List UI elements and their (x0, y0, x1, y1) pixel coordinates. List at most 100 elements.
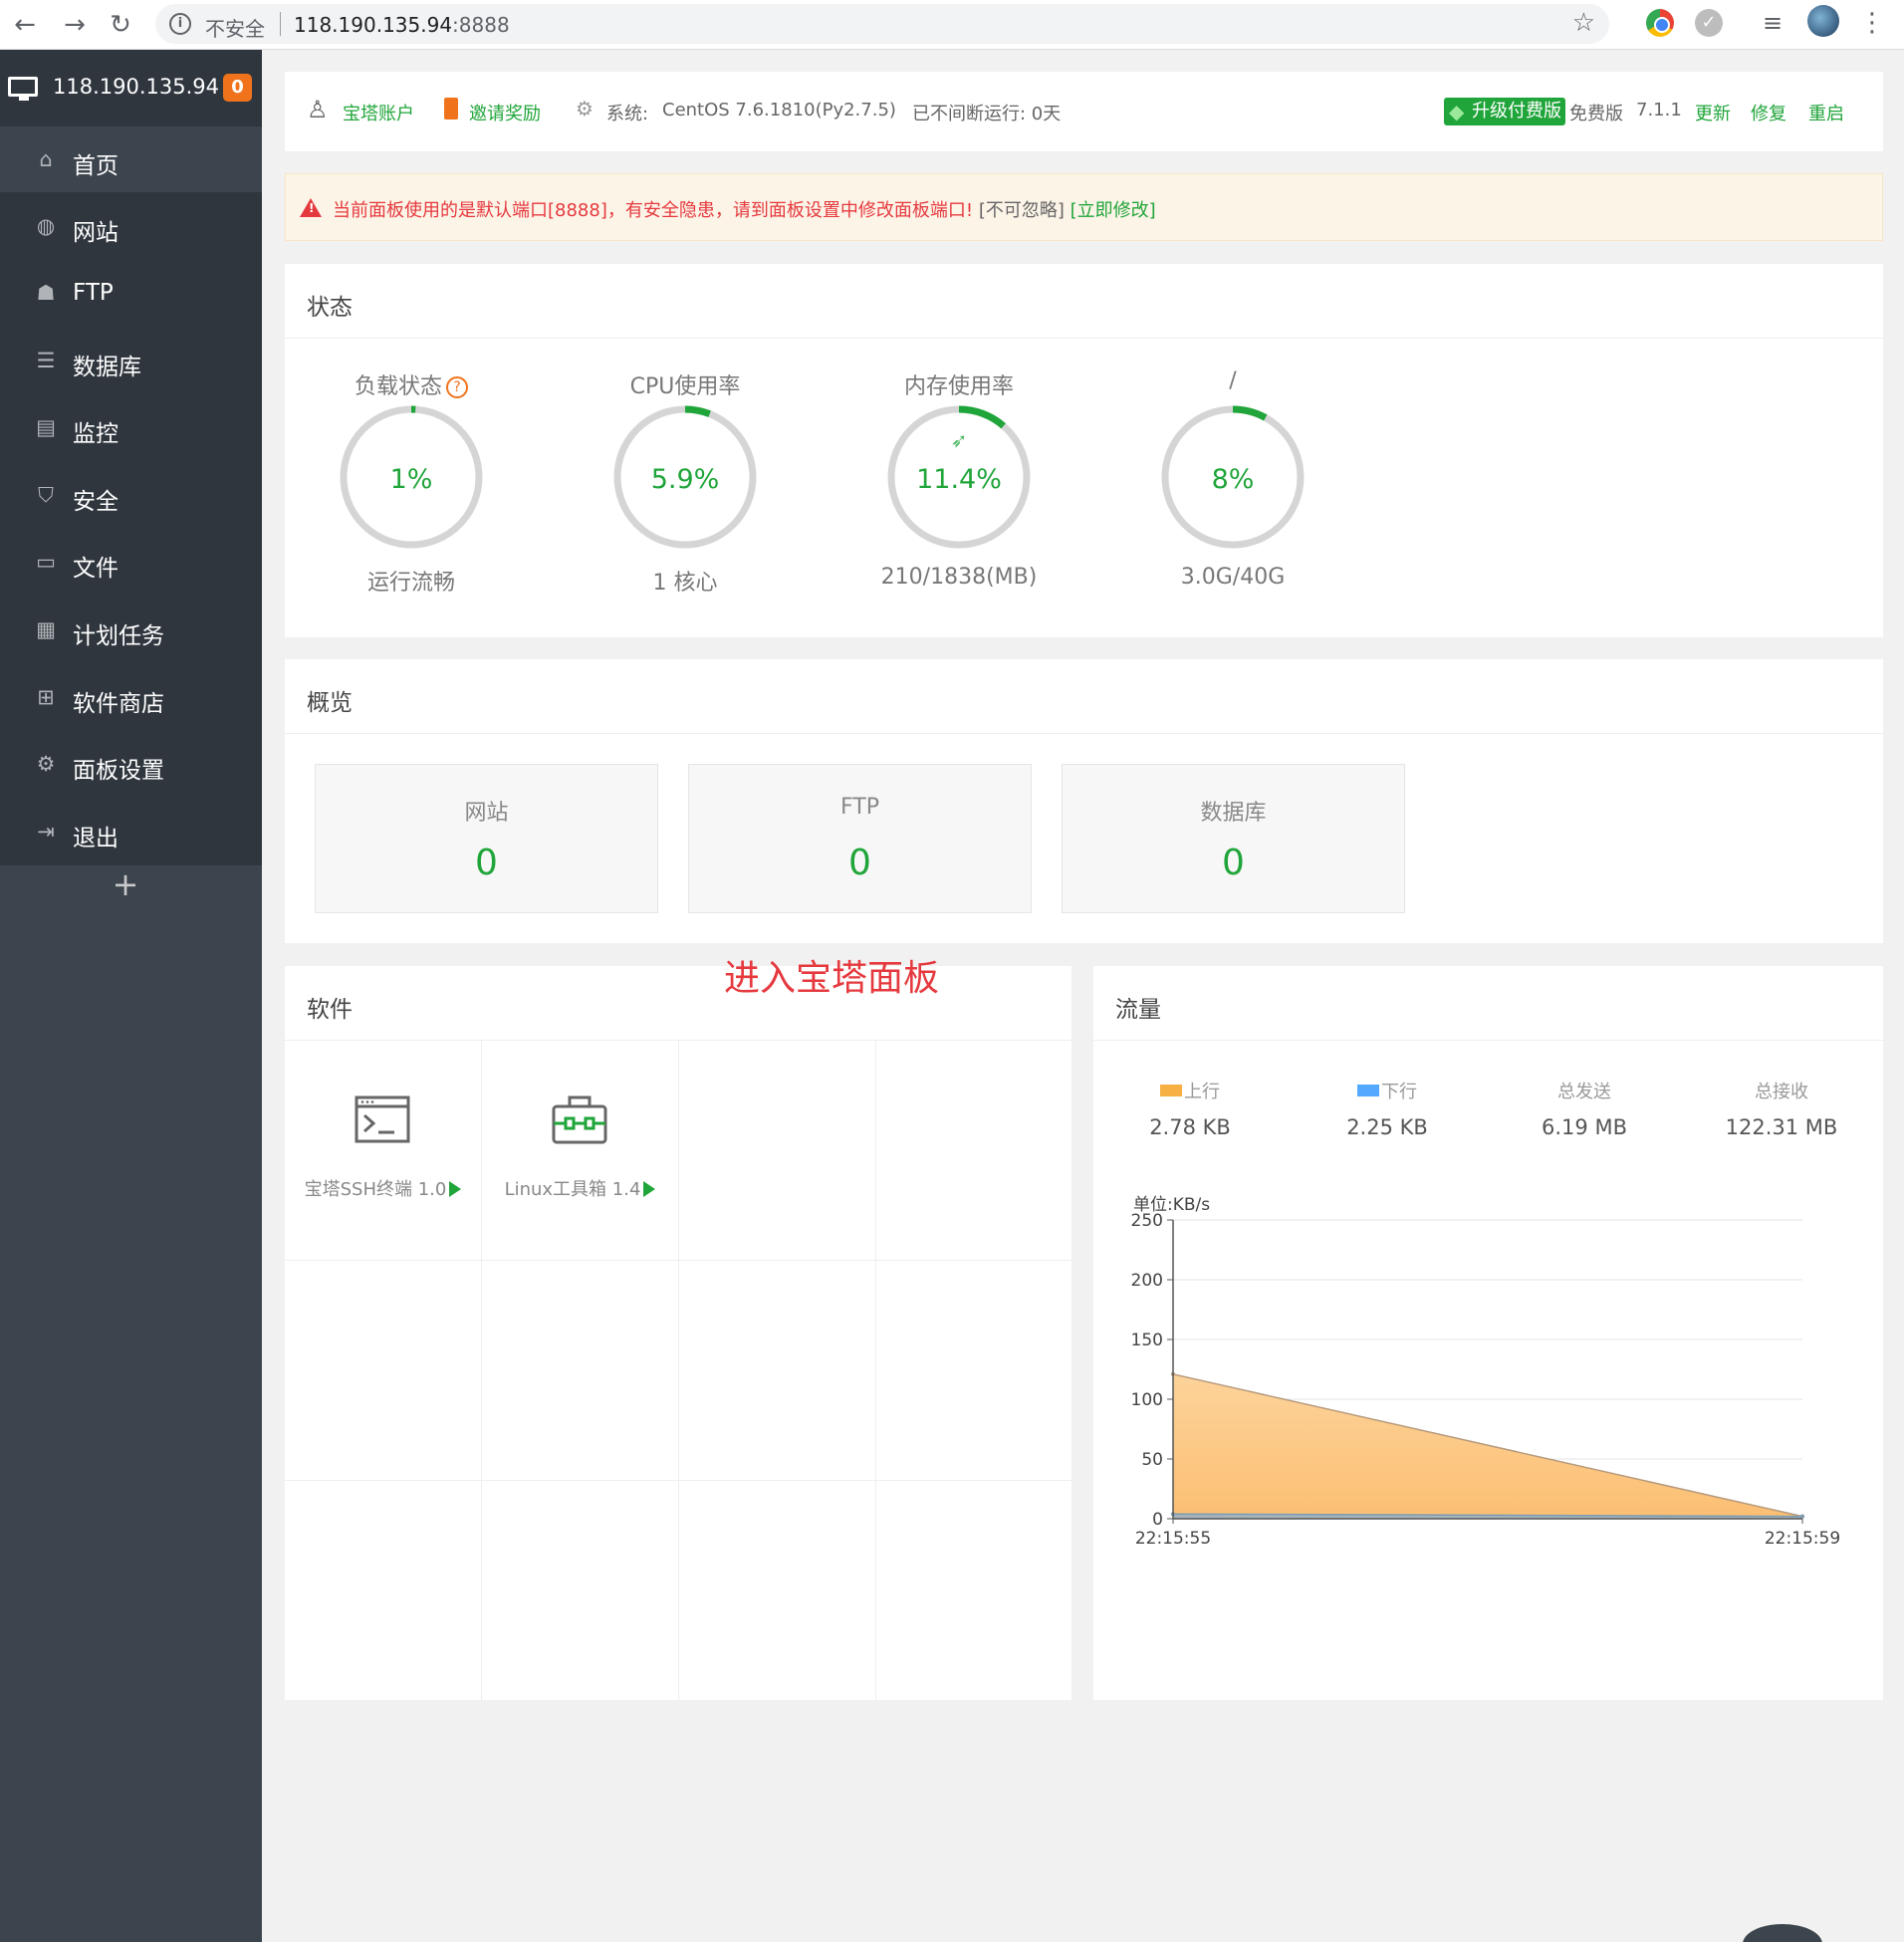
play-icon[interactable] (643, 1181, 656, 1197)
info-icon[interactable]: i (169, 13, 191, 35)
security-alert: 当前面板使用的是默认端口[8888]，有安全隐患，请到面板设置中修改面板端口! … (285, 173, 1883, 241)
software-slot-empty[interactable] (876, 1481, 1073, 1701)
stat-value: 2.25 KB (1346, 1115, 1428, 1139)
alert-fix-link[interactable]: [立即修改] (1071, 200, 1156, 221)
sidebar-item-database[interactable]: ☰ 数据库 (0, 328, 262, 393)
software-slot-empty[interactable] (285, 1481, 482, 1701)
sidebar-item-website[interactable]: ◍ 网站 (0, 193, 262, 259)
software-slot-empty[interactable] (482, 1261, 679, 1481)
software-slot-empty[interactable] (679, 1481, 876, 1701)
disk-gauge[interactable]: / 8% 3.0G/40G (1133, 368, 1332, 607)
rocket-icon[interactable]: ➶ (947, 428, 971, 452)
sidebar-item-logout[interactable]: ⇥ 退出 (0, 799, 262, 864)
card-label: 数据库 (1200, 801, 1267, 826)
stat-label: 总接收 (1755, 1082, 1808, 1102)
play-icon[interactable] (449, 1181, 462, 1197)
update-link[interactable]: 更新 (1695, 100, 1731, 125)
ftp-icon: ☗ (36, 281, 56, 305)
divider (285, 733, 1883, 734)
add-menu-button[interactable]: + (106, 864, 145, 904)
card-value: 0 (848, 843, 871, 883)
overview-card-website[interactable]: 网站 0 (315, 764, 658, 913)
sidebar-item-label: 退出 (73, 826, 119, 851)
software-item-ssh[interactable]: 宝塔SSH终端 1.0 (285, 1041, 482, 1261)
upgrade-button[interactable]: 升级付费版 (1444, 98, 1565, 125)
memory-gauge[interactable]: 内存使用率 ➶ 11.4% 210/1838(MB) (859, 368, 1059, 607)
media-list-icon[interactable]: ≡ (1759, 9, 1786, 37)
software-slot-empty[interactable] (679, 1041, 876, 1261)
sidebar-item-ftp[interactable]: ☗ FTP (0, 260, 262, 326)
bookmark-star-icon[interactable]: ☆ (1572, 8, 1595, 38)
monitor-chart-icon: ▤ (36, 415, 56, 439)
software-item-label: Linux工具箱 1.4 (482, 1175, 678, 1201)
floating-widget[interactable] (1743, 1924, 1822, 1942)
overview-card-database[interactable]: 数据库 0 (1062, 764, 1405, 913)
gauge-title-text: 负载状态 (354, 374, 442, 399)
software-slot-empty[interactable] (876, 1261, 1073, 1481)
version-label: 7.1.1 (1636, 100, 1682, 121)
browser-menu-icon[interactable]: ⋮ (1858, 9, 1886, 37)
forward-icon[interactable]: → (58, 8, 92, 42)
software-item-name: 宝塔SSH终端 1.0 (304, 1179, 447, 1200)
load-gauge[interactable]: 负载状态? 1% 运行流畅 (312, 368, 511, 607)
stat-value: 6.19 MB (1542, 1115, 1627, 1139)
sidebar-item-label: 监控 (73, 421, 119, 447)
account-link[interactable]: 宝塔账户 (343, 100, 414, 125)
sidebar-item-label: 首页 (73, 153, 119, 179)
sidebar-item-home[interactable]: ⌂ 首页 (0, 126, 262, 192)
sidebar-item-security[interactable]: ⛉ 安全 (0, 462, 262, 528)
browser-toolbar: ← → ↻ i 不安全 118.190.135.94:8888 ☆ ✓ ≡ ⋮ (0, 0, 1904, 50)
server-ip: 118.190.135.94 (53, 75, 219, 99)
sidebar-item-store[interactable]: ⊞ 软件商店 (0, 664, 262, 730)
data-point (1800, 1514, 1804, 1519)
software-item-toolbox[interactable]: Linux工具箱 1.4 (482, 1041, 679, 1261)
gauge-subtitle: 运行流畅 (366, 571, 455, 596)
restart-link[interactable]: 重启 (1808, 100, 1844, 125)
help-icon[interactable]: ? (446, 376, 468, 398)
software-slot-empty[interactable] (285, 1261, 482, 1481)
profile-avatar[interactable] (1807, 5, 1839, 37)
chrome-extension-icon[interactable] (1646, 9, 1674, 37)
url-host: 118.190.135.94 (294, 13, 453, 37)
software-item-label: 宝塔SSH终端 1.0 (285, 1175, 481, 1201)
terminal-icon (355, 1095, 410, 1143)
gift-icon (444, 98, 458, 120)
y-tick-label: 0 (1152, 1510, 1163, 1530)
overview-card-ftp[interactable]: FTP 0 (688, 764, 1032, 913)
gauge-value: 1% (389, 464, 433, 495)
traffic-stat-down: 下行 2.25 KB (1312, 1078, 1462, 1139)
folder-icon: ▭ (36, 550, 56, 574)
software-slot-empty[interactable] (876, 1041, 1073, 1261)
check-extension-icon[interactable]: ✓ (1695, 9, 1723, 37)
software-slot-empty[interactable] (679, 1261, 876, 1481)
traffic-chart: 单位:KB/s05010015020025022:15:55 22:15:59 (1131, 1195, 1841, 1549)
sidebar-item-settings[interactable]: ⚙ 面板设置 (0, 731, 262, 797)
sidebar-item-files[interactable]: ▭ 文件 (0, 529, 262, 595)
invite-link[interactable]: 邀请奖励 (469, 100, 541, 125)
notification-badge[interactable]: 0 (223, 74, 252, 102)
y-tick-label: 150 (1131, 1331, 1163, 1350)
gauge-subtitle: 3.0G/40G (1180, 565, 1286, 590)
shield-icon: ⛉ (38, 483, 54, 507)
top-info-bar: ♙ 宝塔账户 邀请奖励 ⚙ 系统: CentOS 7.6.1810(Py2.7.… (285, 72, 1883, 151)
address-bar[interactable]: i 不安全 118.190.135.94:8888 ☆ (155, 4, 1609, 44)
sidebar-item-cron[interactable]: ▦ 计划任务 (0, 597, 262, 662)
url-port: :8888 (452, 13, 510, 37)
software-item-name: Linux工具箱 1.4 (504, 1179, 641, 1200)
cpu-gauge[interactable]: CPU使用率 5.9% 1 核心 (586, 368, 785, 607)
software-slot-empty[interactable] (482, 1481, 679, 1701)
back-icon[interactable]: ← (8, 8, 42, 42)
reload-icon[interactable]: ↻ (104, 8, 137, 42)
y-tick-label: 100 (1131, 1390, 1163, 1410)
sidebar-item-monitor[interactable]: ▤ 监控 (0, 394, 262, 460)
traffic-stat-total-received: 总接收 122.31 MB (1707, 1078, 1856, 1139)
user-icon: ♙ (307, 96, 329, 123)
software-grid: 宝塔SSH终端 1.0 Linux工具箱 1.4 (285, 1041, 1073, 1701)
sidebar-item-label: 网站 (73, 220, 119, 246)
database-icon: ☰ (36, 349, 56, 372)
repair-link[interactable]: 修复 (1751, 100, 1786, 125)
sidebar: 118.190.135.94 0 ⌂ 首页 ◍ 网站 ☗ FTP ☰ 数据库 ▤… (0, 50, 262, 1942)
edition-label: 免费版 (1569, 104, 1623, 124)
url-text[interactable]: 118.190.135.94:8888 (294, 13, 510, 37)
panel-title: 概览 (307, 690, 353, 716)
